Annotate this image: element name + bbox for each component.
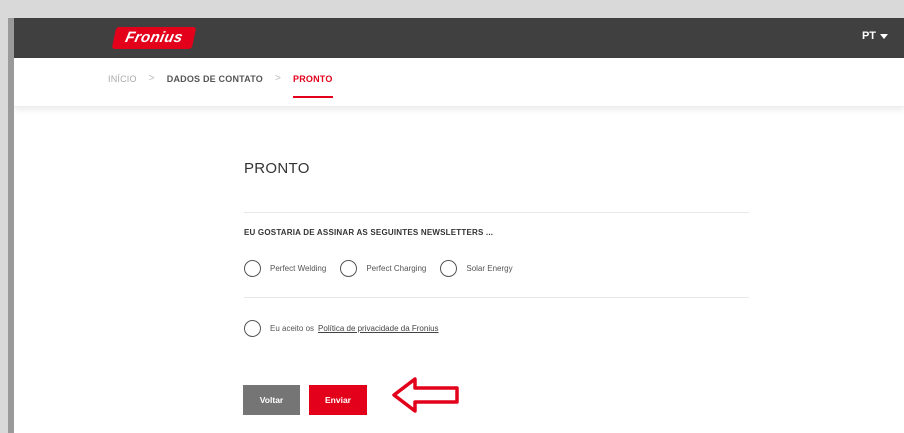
back-button[interactable]: Voltar (243, 385, 300, 415)
breadcrumb: INÍCIO > DADOS DE CONTATO > PRONTO (14, 58, 904, 107)
newsletter-options: Perfect Welding Perfect Charging Solar E… (244, 260, 527, 277)
newsletter-option-perfect-charging[interactable]: Perfect Charging (340, 260, 426, 277)
submit-button[interactable]: Enviar (309, 385, 367, 415)
fronius-logo[interactable]: Fronius (111, 27, 197, 49)
breadcrumb-item-inicio[interactable]: INÍCIO (108, 74, 137, 84)
top-navigation-bar: Fronius PT (14, 18, 904, 58)
breadcrumb-separator: > (274, 73, 281, 84)
breadcrumb-item-dados-de-contato[interactable]: DADOS DE CONTATO (167, 74, 263, 84)
privacy-consent-radio[interactable] (244, 320, 261, 337)
breadcrumb-separator: > (148, 73, 155, 84)
radio-button[interactable] (244, 260, 261, 277)
divider (244, 297, 749, 298)
privacy-consent-text: Eu aceito os (270, 324, 315, 333)
privacy-consent[interactable]: Eu aceito os Política de privacidade da … (244, 320, 439, 337)
chevron-down-icon (880, 33, 888, 39)
radio-button[interactable] (440, 260, 458, 277)
privacy-policy-link[interactable]: Política de privacidade da Fronius (318, 324, 439, 333)
newsletter-option-perfect-welding[interactable]: Perfect Welding (244, 260, 326, 277)
divider (244, 212, 749, 213)
newsletter-section-label: EU GOSTARIA DE ASSINAR AS SEGUINTES NEWS… (244, 228, 494, 237)
language-label: PT (861, 30, 876, 42)
newsletter-option-label: Solar Energy (466, 264, 513, 273)
newsletter-option-solar-energy[interactable]: Solar Energy (440, 260, 513, 277)
page-frame: Fronius PT INÍCIO > DADOS DE CONTATO > P… (14, 18, 904, 433)
newsletter-option-label: Perfect Charging (366, 264, 427, 273)
breadcrumb-item-pronto[interactable]: PRONTO (293, 74, 333, 98)
page-title: PRONTO (244, 160, 310, 177)
newsletter-option-label: Perfect Welding (270, 264, 327, 273)
radio-button[interactable] (340, 260, 358, 277)
language-selector[interactable]: PT (862, 30, 888, 42)
arrow-left-outline-icon (392, 377, 459, 413)
